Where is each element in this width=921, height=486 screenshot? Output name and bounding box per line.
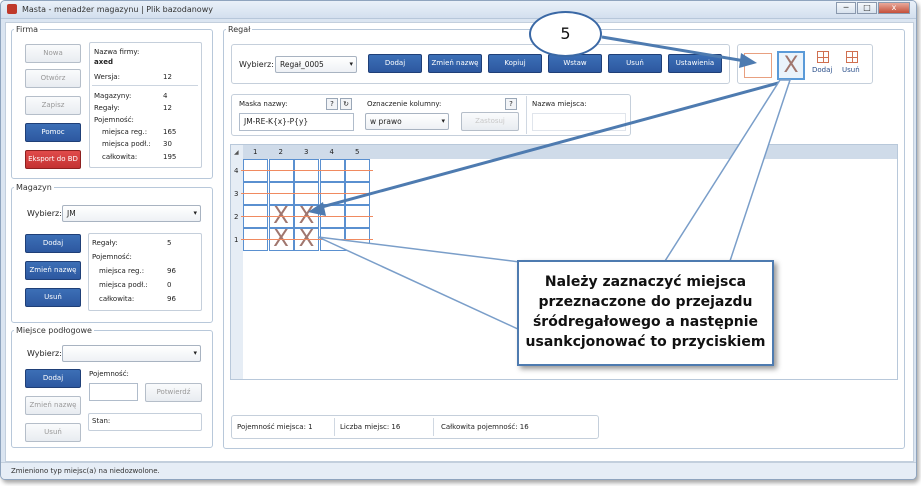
step-number-bubble: 5 (529, 11, 602, 57)
callout-line: śródregałowego a następnie (532, 314, 759, 330)
callout-line: usankcjonować to przyciskiem (525, 334, 766, 350)
instruction-callout: Należy zaznaczyć miejsca przeznaczone do… (517, 260, 774, 366)
callout-line: przeznaczone do przejazdu (538, 294, 753, 310)
annotation-arrows (308, 35, 792, 332)
arrow-head (308, 202, 326, 216)
callout-line: Należy zaznaczyć miejsca (544, 274, 747, 290)
arrow-bubble-to-tool (601, 35, 746, 63)
arrow-head (739, 53, 757, 68)
callout-tail-left (317, 236, 521, 332)
